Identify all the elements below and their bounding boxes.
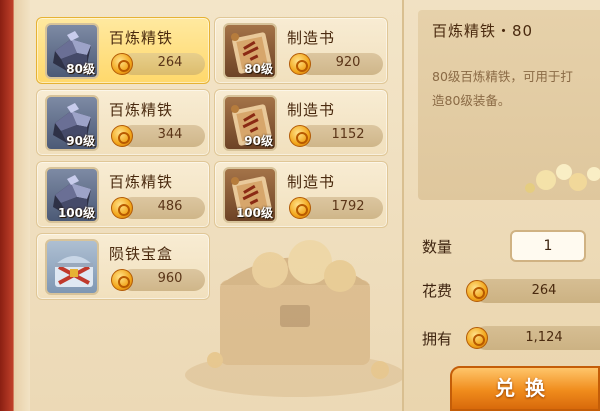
item-level: 80级 <box>66 62 95 76</box>
shop-item-card[interactable]: 80级 百炼精铁 264 <box>36 17 210 84</box>
item-name: 百炼精铁 <box>109 29 174 47</box>
gold-coin-icon <box>111 53 133 75</box>
item-level: 90级 <box>244 134 273 148</box>
shop-item-card[interactable]: 90级 百炼精铁 344 <box>36 89 210 156</box>
iron-ingot-icon: 80级 <box>45 23 99 79</box>
item-detail-panel: 百炼精铁・80 80级百炼精铁，可用于打 造80级装备。 数量 1 花费 264… <box>402 0 600 411</box>
item-price: 344 <box>157 127 183 142</box>
window-frame-left <box>0 0 30 411</box>
item-level: 100级 <box>235 206 273 220</box>
item-name: 制造书 <box>287 173 336 191</box>
item-price: 960 <box>157 271 183 286</box>
item-name: 陨铁宝盒 <box>109 245 174 263</box>
item-name: 百炼精铁 <box>109 101 174 119</box>
treasure-chest-decoration <box>185 240 405 397</box>
detail-title: 百炼精铁・80 <box>432 22 534 40</box>
item-name: 百炼精铁 <box>109 173 174 191</box>
gold-coin-icon <box>111 269 133 291</box>
cost-label: 花费 <box>422 282 453 300</box>
shop-item-card[interactable]: 80级 制造书 920 <box>214 17 388 84</box>
item-level: 80级 <box>244 62 273 76</box>
gold-coin-icon <box>111 197 133 219</box>
shop-item-card[interactable]: 100级 制造书 1792 <box>214 161 388 228</box>
exchange-button[interactable]: 兑换 <box>450 366 600 411</box>
manufacture-scroll-icon: 80级 <box>223 23 277 79</box>
gold-coin-icon <box>289 125 311 147</box>
quantity-label: 数量 <box>422 238 453 256</box>
manufacture-scroll-icon: 100级 <box>223 167 277 223</box>
item-level: 90级 <box>66 134 95 148</box>
manufacture-scroll-icon: 90级 <box>223 95 277 151</box>
item-price: 486 <box>157 199 183 214</box>
gold-coin-icon <box>466 280 488 302</box>
item-name: 制造书 <box>287 29 336 47</box>
gold-coin-icon <box>466 327 488 349</box>
shop-item-card[interactable]: 90级 制造书 1152 <box>214 89 388 156</box>
flower-decoration <box>525 164 600 193</box>
item-price: 1792 <box>331 199 365 214</box>
cost-value: 264 <box>531 283 557 298</box>
item-price: 1152 <box>331 127 365 142</box>
gold-coin-icon <box>289 197 311 219</box>
iron-ingot-icon: 100级 <box>45 167 99 223</box>
shop-item-card[interactable]: 陨铁宝盒 960 <box>36 233 210 300</box>
treasure-chest-icon <box>45 239 99 295</box>
item-price: 264 <box>157 55 183 70</box>
quantity-input[interactable]: 1 <box>510 230 586 262</box>
gold-coin-icon <box>111 125 133 147</box>
item-price: 920 <box>335 55 361 70</box>
owned-label: 拥有 <box>422 330 453 348</box>
owned-value: 1,124 <box>525 330 563 345</box>
item-description-box: 百炼精铁・80 80级百炼精铁，可用于打 造80级装备。 <box>418 10 600 200</box>
iron-ingot-icon: 90级 <box>45 95 99 151</box>
item-name: 制造书 <box>287 101 336 119</box>
gold-coin-icon <box>289 53 311 75</box>
detail-description: 80级百炼精铁，可用于打 造80级装备。 <box>432 69 573 108</box>
item-level: 100级 <box>57 206 95 220</box>
shop-item-card[interactable]: 100级 百炼精铁 486 <box>36 161 210 228</box>
